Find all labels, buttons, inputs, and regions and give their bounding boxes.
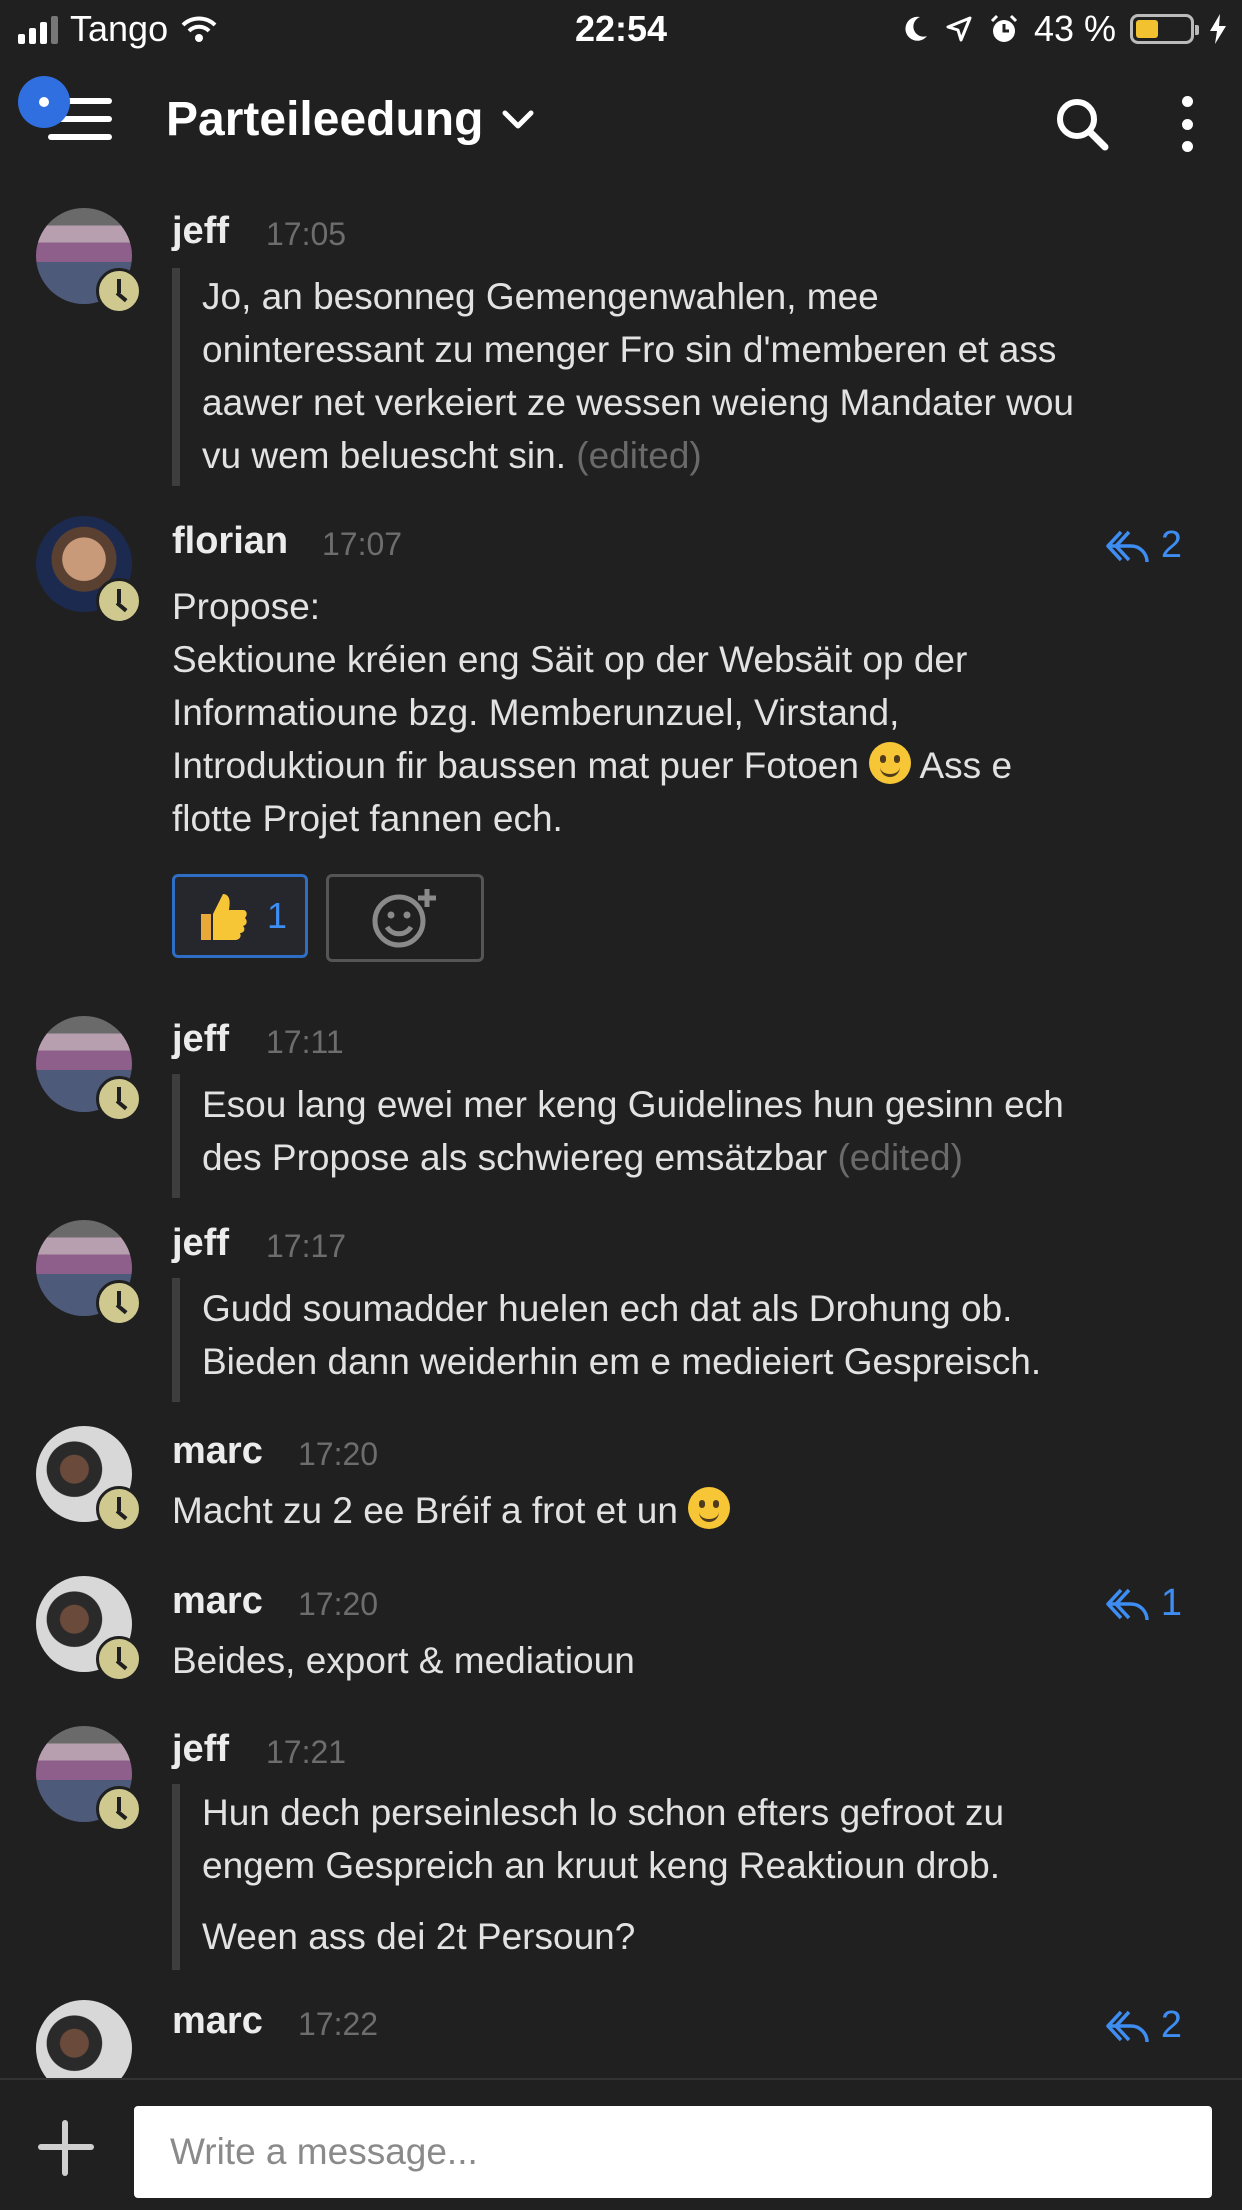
thumbs-up-icon: [200, 894, 247, 940]
battery-icon: [1130, 14, 1199, 44]
timestamp: 17:22: [298, 2006, 379, 2042]
message[interactable]: marc 17:20 1 Beides, export & mediatioun: [0, 1572, 1242, 1712]
timestamp: 17:11: [266, 1024, 344, 1060]
channel-header: Parteileedung: [0, 62, 1242, 182]
search-icon[interactable]: [1054, 96, 1110, 152]
timestamp: 17:07: [322, 526, 403, 562]
author-name[interactable]: marc: [172, 1430, 263, 1473]
channel-name: Parteileedung: [166, 93, 484, 146]
author-name[interactable]: marc: [172, 1580, 263, 1623]
reply-count: 2: [1160, 2004, 1182, 2046]
channel-title[interactable]: Parteileedung: [166, 92, 535, 147]
message[interactable]: jeff 17:05 Jo, an besonneg Gemengenwahle…: [0, 200, 1242, 500]
message-body: Esou lang ewei mer keng Guidelines hun g…: [202, 1084, 1064, 1178]
author-name[interactable]: jeff: [172, 210, 229, 253]
alarm-icon: [990, 14, 1017, 42]
reply-icon: [1106, 1588, 1149, 1620]
reply-count-button[interactable]: 2: [1105, 2004, 1182, 2047]
timestamp: 17:05: [266, 216, 347, 252]
quote-bar: [172, 1278, 180, 1402]
reply-icon: [1106, 2010, 1149, 2042]
reaction-count: 1: [266, 895, 287, 936]
edited-label: (edited): [576, 435, 702, 476]
timestamp: 17:20: [298, 1586, 379, 1622]
away-status-icon: [96, 1280, 142, 1326]
author-name[interactable]: jeff: [172, 1018, 229, 1061]
message[interactable]: florian 17:07 2 Propose: Sektioune kréie…: [0, 510, 1242, 990]
message-input[interactable]: [134, 2106, 1212, 2198]
moon-icon: [905, 16, 927, 41]
message[interactable]: marc 17:20 Macht zu 2 ee Bréif a frot et…: [0, 1420, 1242, 1560]
thumbs-up-reaction[interactable]: 1: [172, 874, 308, 958]
message[interactable]: jeff 17:11 Esou lang ewei mer keng Guide…: [0, 1008, 1242, 1198]
smile-emoji-icon: [869, 742, 912, 784]
message-body: Propose: Sektioune kréien eng Säit op de…: [172, 586, 1013, 839]
charging-bolt-icon: [1210, 14, 1226, 44]
away-status-icon: [96, 1786, 142, 1832]
smile-emoji-icon: [688, 1487, 731, 1529]
message-composer: [0, 2078, 1242, 2210]
away-status-icon: [96, 578, 142, 624]
timestamp: 17:17: [266, 1228, 347, 1264]
author-name[interactable]: marc: [172, 2000, 263, 2043]
quote-bar: [172, 1784, 180, 1970]
quote-bar: [172, 268, 180, 486]
message-body: Macht zu 2 ee Bréif a frot et un: [172, 1484, 731, 1537]
add-reaction-button[interactable]: [326, 874, 484, 962]
add-emoji-icon: [372, 889, 436, 948]
unread-badge: [18, 76, 70, 128]
quote-bar: [172, 1074, 180, 1198]
more-options-button[interactable]: [1172, 96, 1202, 152]
message-body: Gudd soumadder huelen ech dat als Drohun…: [202, 1288, 1042, 1382]
reply-count-button[interactable]: 2: [1105, 524, 1182, 567]
timestamp: 17:21: [266, 1734, 347, 1770]
away-status-icon: [96, 1076, 142, 1122]
timestamp: 17:20: [298, 1436, 379, 1472]
status-bar: Tango 22:54 43 %: [0, 0, 1242, 62]
edited-label: (edited): [837, 1137, 963, 1178]
message[interactable]: jeff 17:17 Gudd soumadder huelen ech dat…: [0, 1212, 1242, 1402]
more-vertical-icon: [1181, 96, 1193, 107]
chevron-down-icon: [502, 110, 534, 128]
attach-plus-icon[interactable]: [38, 2120, 94, 2176]
reply-count-button[interactable]: 1: [1105, 1582, 1182, 1625]
battery-percent: 43 %: [1033, 8, 1116, 49]
author-name[interactable]: jeff: [172, 1728, 229, 1771]
message-body: Jo, an besonneg Gemengenwahlen, mee onin…: [202, 276, 1075, 476]
away-status-icon: [96, 1636, 142, 1682]
away-status-icon: [96, 268, 142, 314]
reply-count: 2: [1160, 524, 1182, 566]
message[interactable]: jeff 17:21 Hun dech perseinlesch lo scho…: [0, 1722, 1242, 1974]
reply-count: 1: [1160, 1582, 1182, 1624]
author-name[interactable]: jeff: [172, 1222, 229, 1265]
location-arrow-icon: [946, 16, 972, 42]
away-status-icon: [96, 1486, 142, 1532]
message-body: Beides, export & mediatioun: [172, 1640, 635, 1681]
reply-icon: [1106, 530, 1149, 562]
author-name[interactable]: florian: [172, 520, 288, 563]
message-body: Hun dech perseinlesch lo schon efters ge…: [202, 1792, 1005, 1957]
